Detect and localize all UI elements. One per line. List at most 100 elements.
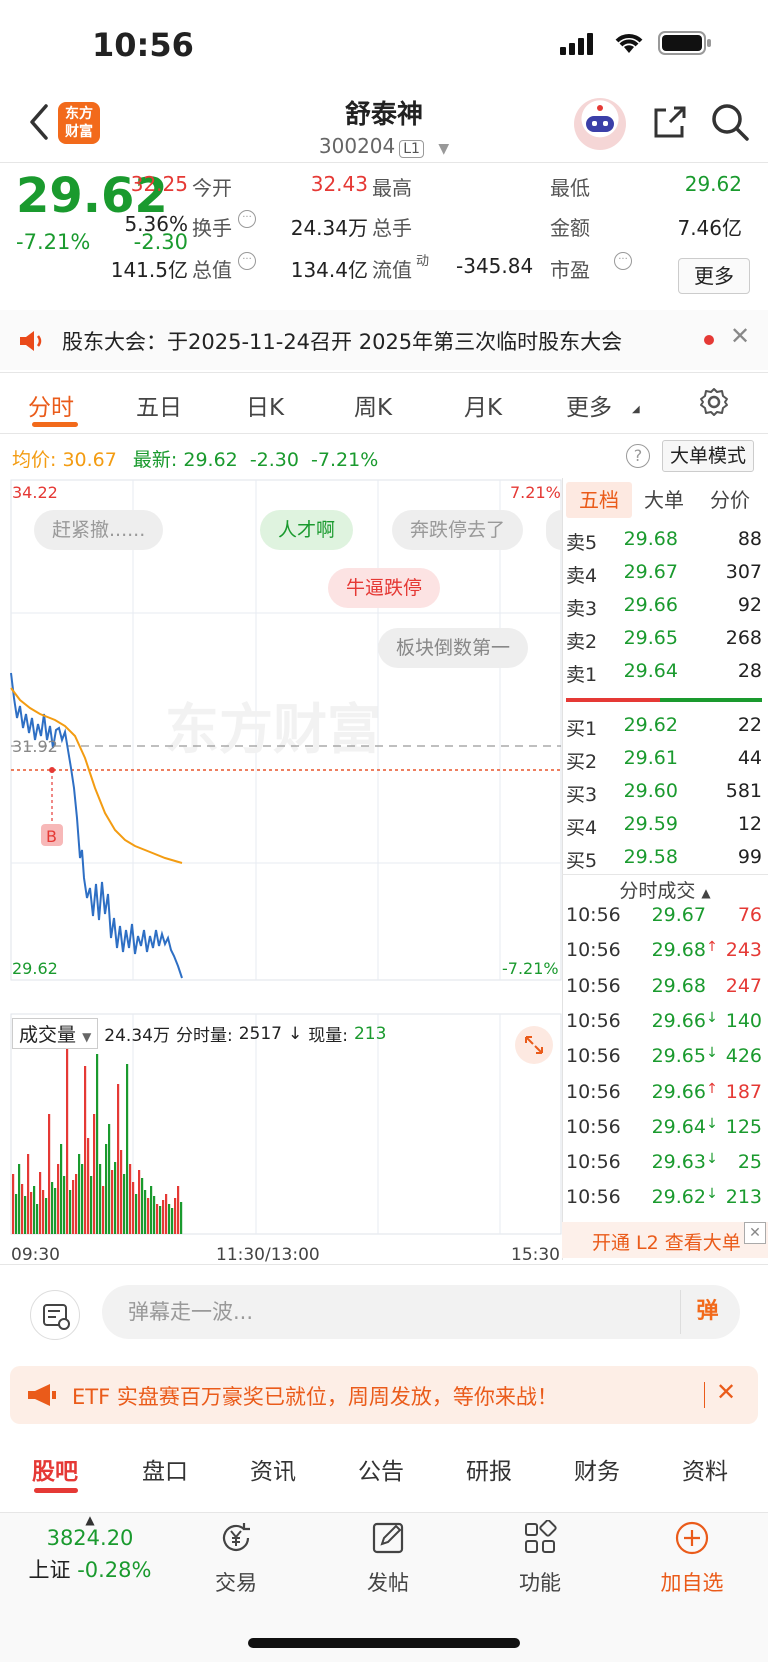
quote-value: 32.25 xyxy=(130,172,188,196)
danmu-send-button[interactable]: 弹 xyxy=(680,1290,734,1334)
danmu-bubble[interactable]: 赶紧撤...... xyxy=(34,510,164,550)
danmu-input[interactable]: 弹幕走一波... xyxy=(102,1285,740,1339)
more-button[interactable]: 更多 xyxy=(678,258,750,294)
ask-row[interactable]: 卖4 29.67 307 xyxy=(566,561,762,593)
notice-close-icon[interactable]: ✕ xyxy=(730,322,750,350)
nav-trade[interactable]: 交易 xyxy=(176,1520,296,1597)
volume-bar xyxy=(69,1190,72,1234)
more-caret-icon: ◢ xyxy=(632,404,640,415)
tick-volume: 140 xyxy=(725,1009,762,1032)
info-dots-icon[interactable]: ··· xyxy=(238,252,256,270)
quote-label[interactable]: 市盈 xyxy=(550,254,590,283)
ask-price: 29.65 xyxy=(623,627,678,649)
tab-5[interactable]: 更多 xyxy=(566,388,612,422)
volume-bar xyxy=(120,1150,123,1234)
content-tab-5[interactable]: 财务 xyxy=(574,1452,620,1486)
quote-label[interactable]: 换手 xyxy=(192,212,232,241)
volume-bar xyxy=(12,1174,15,1234)
help-icon[interactable]: ? xyxy=(626,444,650,468)
minute-vol-label: 分时量: xyxy=(175,1026,233,1046)
y-high-label: 34.22 xyxy=(12,483,58,502)
orderbook-tab-five[interactable]: 五档 xyxy=(566,482,632,518)
comment-settings-icon[interactable] xyxy=(30,1290,80,1340)
quote-label: 最低 xyxy=(550,176,590,200)
ask-row[interactable]: 卖2 29.65 268 xyxy=(566,627,762,659)
buy-marker-dot xyxy=(49,767,55,773)
ask-row[interactable]: 卖3 29.66 92 xyxy=(566,594,762,626)
bid-price: 29.59 xyxy=(623,813,678,835)
settings-gear-icon[interactable] xyxy=(698,386,730,418)
tick-volume: 213 xyxy=(725,1186,762,1209)
volume-bar xyxy=(126,1064,129,1234)
indicator-select-label: 成交量 xyxy=(19,1024,77,1046)
tab-2[interactable]: 日K xyxy=(246,388,284,422)
tab-3[interactable]: 周K xyxy=(354,388,392,422)
assistant-robot-icon[interactable] xyxy=(574,98,626,150)
ask-price: 29.64 xyxy=(623,660,678,682)
ask-label: 卖5 xyxy=(566,532,598,554)
tick-arrow: ↑ xyxy=(706,939,718,956)
orderbook-tab-price[interactable]: 分价 xyxy=(710,482,750,518)
ask-price: 29.68 xyxy=(623,528,678,550)
content-tab-6[interactable]: 资料 xyxy=(682,1452,728,1486)
intraday-chart[interactable]: 东方财富 B 34.22 31.92 29.62 7.21% -7.21% 10… xyxy=(0,478,562,1268)
bid-row[interactable]: 买2 29.61 44 xyxy=(566,747,762,779)
index-widget[interactable]: ▲ 3824.20 上证 -0.28% xyxy=(20,1514,160,1584)
ask-row[interactable]: 卖5 29.68 88 xyxy=(566,528,762,560)
danmu-bubble[interactable]: 奔跌停去了 xyxy=(392,510,524,550)
tab-4[interactable]: 月K xyxy=(464,388,502,422)
nav-post[interactable]: 发帖 xyxy=(328,1520,448,1597)
edit-post-icon xyxy=(372,1522,404,1554)
content-tab-4[interactable]: 研报 xyxy=(466,1452,512,1486)
tab-0[interactable]: 分时 xyxy=(28,388,74,422)
volume-bar xyxy=(123,1174,126,1234)
content-tab-3[interactable]: 公告 xyxy=(358,1452,404,1486)
bid-row[interactable]: 买1 29.62 22 xyxy=(566,714,762,746)
index-up-arrow-icon: ▲ xyxy=(85,1513,95,1527)
indicator-select[interactable]: 成交量 ▼ xyxy=(12,1018,99,1049)
latest-pct: -7.21% xyxy=(311,449,379,471)
info-dots-icon[interactable]: ··· xyxy=(614,252,632,270)
nav-functions[interactable]: 功能 xyxy=(480,1519,600,1597)
volume-bar xyxy=(177,1186,180,1234)
time-start-label: 09:30 xyxy=(11,1245,60,1265)
wifi-icon xyxy=(615,34,643,53)
big-order-mode-button[interactable]: 大单模式 xyxy=(662,440,754,472)
nav-add-watchlist[interactable]: 加自选 xyxy=(632,1520,752,1597)
search-icon[interactable] xyxy=(710,102,750,142)
share-icon[interactable] xyxy=(650,104,688,142)
danmu-bubble[interactable]: 人才啊 xyxy=(260,510,354,550)
content-tab-2[interactable]: 资讯 xyxy=(250,1452,296,1486)
expand-chart-button[interactable] xyxy=(515,1026,553,1064)
content-tab-0[interactable]: 股吧 xyxy=(32,1452,78,1486)
orderbook-tabs: 五档 大单 分价 xyxy=(562,480,768,520)
orderbook-tab-big[interactable]: 大单 xyxy=(644,482,684,518)
nav-add-watchlist-label: 加自选 xyxy=(660,1571,724,1595)
promo-close-icon[interactable]: ✕ xyxy=(716,1378,736,1406)
ask-volume: 268 xyxy=(725,627,762,649)
promo-text: ETF 实盘赛百万豪奖已就位，周周发放，等你来战！ xyxy=(72,1385,558,1409)
volume-bar xyxy=(135,1194,138,1234)
danmu-bubble[interactable]: 板块倒数第一 xyxy=(378,628,529,668)
latest-value: 29.62 xyxy=(183,449,238,471)
volume-total: 24.34万 xyxy=(104,1026,170,1046)
volume-bar xyxy=(114,1162,117,1234)
content-tab-1[interactable]: 盘口 xyxy=(142,1452,188,1486)
l2-close-icon[interactable]: ✕ xyxy=(744,1222,766,1244)
ask-row[interactable]: 卖1 29.64 28 xyxy=(566,660,762,692)
quote-label[interactable]: 总值 xyxy=(192,254,232,283)
danmu-bubble[interactable]: 牛逼跌停 xyxy=(328,568,441,608)
volume-bar xyxy=(156,1204,159,1234)
volume-bar xyxy=(75,1174,78,1234)
ask-label: 卖1 xyxy=(566,664,598,686)
volume-bar xyxy=(138,1170,141,1234)
info-dots-icon[interactable]: ··· xyxy=(238,210,256,228)
ticks-title-label: 分时成交 xyxy=(619,880,696,902)
tick-volume: 247 xyxy=(725,974,762,997)
bid-row[interactable]: 买4 29.59 12 xyxy=(566,813,762,845)
latest-chg: -2.30 xyxy=(249,449,299,471)
tab-1[interactable]: 五日 xyxy=(136,388,182,422)
bid-price: 29.61 xyxy=(623,747,678,769)
bid-row[interactable]: 买3 29.60 581 xyxy=(566,780,762,812)
ticks-title[interactable]: 分时成交 ▲ xyxy=(562,876,768,903)
